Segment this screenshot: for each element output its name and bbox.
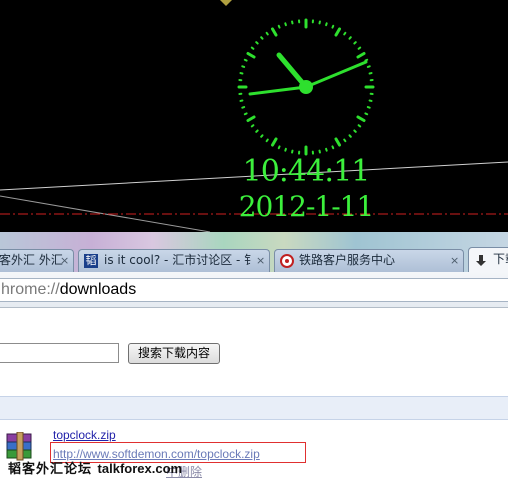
minute-tick xyxy=(250,46,255,50)
tab-close-icon[interactable]: × xyxy=(60,250,69,271)
hour-tick xyxy=(334,137,341,147)
minute-tick xyxy=(348,134,352,138)
hour-tick xyxy=(271,27,278,37)
minute-tick xyxy=(277,145,281,150)
browser-toolbar: hrome://downloads xyxy=(0,272,508,308)
hour-tick xyxy=(356,52,366,59)
hour-tick xyxy=(271,137,278,147)
desktop-background: 10:44:11 2012-1-11 xyxy=(0,0,508,232)
minute-tick xyxy=(364,112,369,116)
minute-tick xyxy=(241,106,246,109)
minute-tick xyxy=(343,138,347,143)
tab-title: 客外汇 外汇 xyxy=(0,253,63,267)
tab-title: 铁路客户服务中心 xyxy=(299,253,396,267)
minute-tick xyxy=(357,46,362,50)
minute-tick xyxy=(364,58,369,62)
minute-tick xyxy=(260,36,264,40)
tab-railway-service[interactable]: 铁路客户服务中心 × xyxy=(274,249,464,272)
minute-tick xyxy=(348,36,352,40)
minute-tick xyxy=(353,129,357,133)
minute-tick xyxy=(331,145,335,150)
hour-tick xyxy=(246,115,256,122)
address-scheme: hrome:// xyxy=(1,281,60,298)
minute-tick xyxy=(255,41,259,45)
download-file-link[interactable]: topclock.zip xyxy=(53,428,116,442)
minute-tick xyxy=(250,124,255,128)
address-bar[interactable]: hrome://downloads xyxy=(0,278,508,302)
minute-tick xyxy=(265,138,269,143)
download-search-input[interactable] xyxy=(0,343,119,363)
tab-close-icon[interactable]: × xyxy=(450,250,459,271)
tab-forex-forum[interactable]: 客外汇 外汇 × xyxy=(0,249,74,272)
minute-tick xyxy=(277,24,281,29)
tab-close-icon[interactable]: × xyxy=(256,250,265,271)
hour-tick xyxy=(334,27,341,37)
date-header-band xyxy=(0,396,508,420)
tab-downloads[interactable]: 下载 xyxy=(468,247,508,272)
minute-tick xyxy=(265,31,269,36)
hour-tick xyxy=(356,115,366,122)
minute-tick xyxy=(353,41,357,45)
tab-is-it-cool[interactable]: 韬 is it cool? - 汇市讨论区 - 钅 × xyxy=(78,249,270,272)
forum-favicon-icon: 韬 xyxy=(84,254,98,268)
minute-tick xyxy=(243,58,248,62)
minute-tick xyxy=(243,112,248,116)
tab-strip: 客外汇 外汇 × 韬 is it cool? - 汇市讨论区 - 钅 × 铁路客… xyxy=(0,232,508,272)
minute-tick xyxy=(260,134,264,138)
minute-hand xyxy=(304,60,368,89)
minute-tick xyxy=(284,147,287,152)
minute-tick xyxy=(331,24,335,29)
minute-tick xyxy=(343,31,347,36)
watermark-chinese: 韬客外汇论坛 xyxy=(8,462,93,477)
clock-center xyxy=(299,80,313,94)
tab-title: is it cool? - 汇市讨论区 - 钅 xyxy=(104,253,257,267)
hour-tick xyxy=(246,52,256,59)
minute-tick xyxy=(366,106,371,109)
download-arrow-icon xyxy=(474,253,488,267)
search-downloads-button[interactable]: 搜索下载内容 xyxy=(128,343,220,364)
minute-tick xyxy=(241,65,246,68)
minute-tick xyxy=(366,65,371,68)
minute-tick xyxy=(284,22,287,27)
second-hand xyxy=(248,85,308,96)
minute-tick xyxy=(357,124,362,128)
minute-tick xyxy=(255,129,259,133)
minute-tick xyxy=(325,147,328,152)
clock-date-readout: 2012-1-11 xyxy=(238,190,375,223)
railway-favicon-icon xyxy=(280,254,294,268)
top-marker xyxy=(220,0,232,6)
address-path: downloads xyxy=(59,281,137,298)
downloads-page: 搜索下载内容 topclock.zip http://www.softdemon… xyxy=(0,308,508,481)
minute-tick xyxy=(325,22,328,27)
clock-time-readout: 10:44:11 xyxy=(242,154,371,189)
tab-title: 下载 xyxy=(493,252,508,266)
watermark-site: talkforex.com xyxy=(97,461,183,476)
site-watermark: 韬客外汇论坛 talkforex.com xyxy=(8,458,182,477)
